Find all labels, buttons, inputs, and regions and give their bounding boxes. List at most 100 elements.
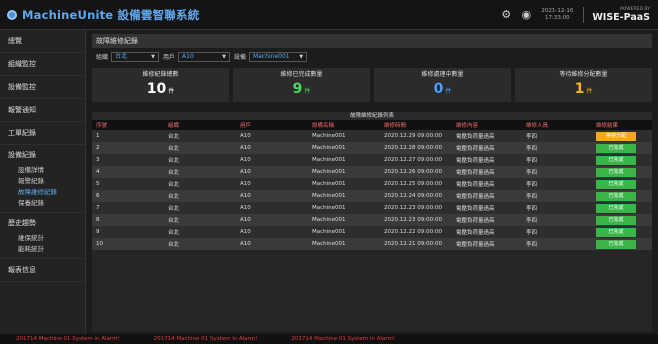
table-cell-device: Machine001	[308, 238, 380, 250]
sidebar-item-history-trend[interactable]: 歷史趨勢	[0, 213, 85, 233]
table-cell-device: Machine001	[308, 214, 380, 226]
user-select[interactable]: A10 ▼	[178, 51, 231, 62]
table-cell-staff: 李四	[522, 226, 592, 238]
user-icon[interactable]: ◉	[519, 8, 533, 22]
column-header[interactable]: 設備名稱	[308, 120, 380, 130]
status-badge[interactable]: 已完成	[596, 227, 636, 237]
sidebar-item-energy-stats[interactable]: 能耗統計	[0, 244, 85, 255]
status-badge[interactable]: 已完成	[596, 155, 636, 165]
table-cell-device: Machine001	[308, 154, 380, 166]
table-cell-time: 2020.12.22 09:00:00	[380, 226, 452, 238]
table-cell-no: 5	[92, 178, 164, 190]
sidebar-item-device-monitor[interactable]: 設備監控	[0, 76, 85, 99]
column-header[interactable]: 維修結果	[592, 120, 652, 130]
status-badge[interactable]: 已完成	[596, 239, 636, 249]
table-cell-time: 2020.12.28 09:00:00	[380, 142, 452, 154]
org-select[interactable]: 台北 ▼	[111, 51, 160, 62]
sidebar-item-alarm-notice[interactable]: 報警通知	[0, 99, 85, 122]
stat-title: 維修處理中數量	[421, 71, 464, 78]
sidebar-item-work-orders[interactable]: 工單紀錄	[0, 122, 85, 145]
column-header[interactable]: 組織	[164, 120, 236, 130]
chevron-down-icon: ▼	[299, 53, 304, 60]
stat-value-in-progress: 0件	[374, 81, 511, 100]
table-cell-org: 台北	[164, 214, 236, 226]
table-row[interactable]: 3 台北 A10 Machine001 2020.12.27 09:00:00 電壓負荷量…	[92, 154, 652, 166]
table-cell-user: A10	[236, 202, 308, 214]
table-cell-user: A10	[236, 238, 308, 250]
table-cell-time: 2020.12.26 09:00:00	[380, 166, 452, 178]
status-badge[interactable]: 已完成	[596, 167, 636, 177]
table-row[interactable]: 1 台北 A10 Machine001 2020.12.29 09:00:00 電壓負荷量…	[92, 130, 652, 142]
column-header[interactable]: 用戶	[236, 120, 308, 130]
table-cell-no: 6	[92, 190, 164, 202]
status-badge[interactable]: 已完成	[596, 215, 636, 225]
status-badge[interactable]: 已完成	[596, 143, 636, 153]
status-badge[interactable]: 已完成	[596, 191, 636, 201]
stat-title: 維修紀錄總數	[142, 71, 179, 78]
column-header[interactable]: 維修內容	[452, 120, 522, 130]
stat-unit: 件	[445, 88, 452, 95]
table-cell-staff: 李四	[522, 238, 592, 250]
table-cell-time: 2020.12.27 09:00:00	[380, 154, 452, 166]
sidebar-item-overview[interactable]: 總覽	[0, 30, 85, 53]
table-cell-device: Machine001	[308, 142, 380, 154]
chevron-down-icon: ▼	[222, 53, 227, 60]
table-cell-time: 2020.12.25 09:00:00	[380, 178, 452, 190]
sidebar-item-alarm-records[interactable]: 報警紀錄	[0, 176, 85, 187]
sidebar-item-repair-records[interactable]: 故障維修紀錄	[0, 187, 85, 198]
table-cell-org: 台北	[164, 130, 236, 142]
table-cell-device: Machine001	[308, 226, 380, 238]
table-cell-staff: 李四	[522, 214, 592, 226]
table-row[interactable]: 4 台北 A10 Machine001 2020.12.26 09:00:00 電壓負荷量…	[92, 166, 652, 178]
stat-unit: 件	[586, 88, 593, 95]
column-header[interactable]: 序號	[92, 120, 164, 130]
table-cell-user: A10	[236, 214, 308, 226]
sidebar-item-maintenance-stats[interactable]: 維保統計	[0, 233, 85, 244]
table-row[interactable]: 5 台北 A10 Machine001 2020.12.25 09:00:00 電壓負荷量…	[92, 178, 652, 190]
status-badge[interactable]: 已完成	[596, 179, 636, 189]
stat-number: 9	[292, 81, 303, 97]
table-row[interactable]: 9 台北 A10 Machine001 2020.12.22 09:00:00 電壓負荷量…	[92, 226, 652, 238]
status-badge[interactable]: 已完成	[596, 203, 636, 213]
status-badge[interactable]: 等待分配	[596, 131, 636, 141]
table-cell-content: 電壓負荷量過高	[452, 214, 522, 226]
app-logo-icon	[7, 9, 17, 20]
alarm-message: 201714 Machine 01 System in Alarm!	[16, 336, 120, 342]
table-cell-result: 已完成	[592, 166, 652, 178]
user-select-value: A10	[182, 52, 194, 60]
table-row[interactable]: 2 台北 A10 Machine001 2020.12.28 09:00:00 電壓負荷量…	[92, 142, 652, 154]
table-row[interactable]: 7 台北 A10 Machine001 2020.12.23 09:00:00 電壓負荷量…	[92, 202, 652, 214]
table-cell-time: 2020.12.23 09:00:00	[380, 214, 452, 226]
device-select[interactable]: Machine001 ▼	[249, 51, 308, 62]
table-cell-time: 2020.12.29 09:00:00	[380, 130, 452, 142]
table-cell-user: A10	[236, 154, 308, 166]
sidebar-item-reports[interactable]: 報表信息	[0, 259, 85, 282]
table-cell-staff: 李四	[522, 190, 592, 202]
table-cell-org: 台北	[164, 238, 236, 250]
sidebar-item-device-records[interactable]: 設備紀錄	[0, 145, 85, 165]
table-cell-user: A10	[236, 178, 308, 190]
column-header[interactable]: 維修時間	[380, 120, 452, 130]
table-cell-result: 已完成	[592, 142, 652, 154]
sidebar-item-maintenance-records[interactable]: 保養紀錄	[0, 198, 85, 209]
table-cell-org: 台北	[164, 190, 236, 202]
stat-number: 1	[574, 81, 585, 97]
table-cell-staff: 李四	[522, 166, 592, 178]
brand-name: WISE-PaaS	[592, 12, 650, 23]
table-cell-result: 已完成	[592, 190, 652, 202]
column-header[interactable]: 維修人員	[522, 120, 592, 130]
table-title: 故障維修紀錄列表	[92, 112, 652, 120]
table-cell-org: 台北	[164, 202, 236, 214]
table-row[interactable]: 10 台北 A10 Machine001 2020.12.21 09:00:00 電壓負荷…	[92, 238, 652, 250]
table-cell-time: 2020.12.24 09:00:00	[380, 190, 452, 202]
sidebar-item-org-monitor[interactable]: 組織監控	[0, 53, 85, 76]
table-cell-org: 台北	[164, 166, 236, 178]
filter-bar: 組織 台北 ▼ 用戶 A10 ▼ 設備 Machine001 ▼	[92, 50, 652, 63]
org-select-value: 台北	[115, 52, 128, 60]
table-row[interactable]: 6 台北 A10 Machine001 2020.12.24 09:00:00 電壓負荷量…	[92, 190, 652, 202]
table-row[interactable]: 8 台北 A10 Machine001 2020.12.23 09:00:00 電壓負荷量…	[92, 214, 652, 226]
settings-icon[interactable]: ⚙	[499, 8, 513, 22]
table-cell-content: 電壓負荷量過高	[452, 154, 522, 166]
sidebar-item-device-detail[interactable]: 設備詳情	[0, 165, 85, 176]
table-cell-user: A10	[236, 190, 308, 202]
